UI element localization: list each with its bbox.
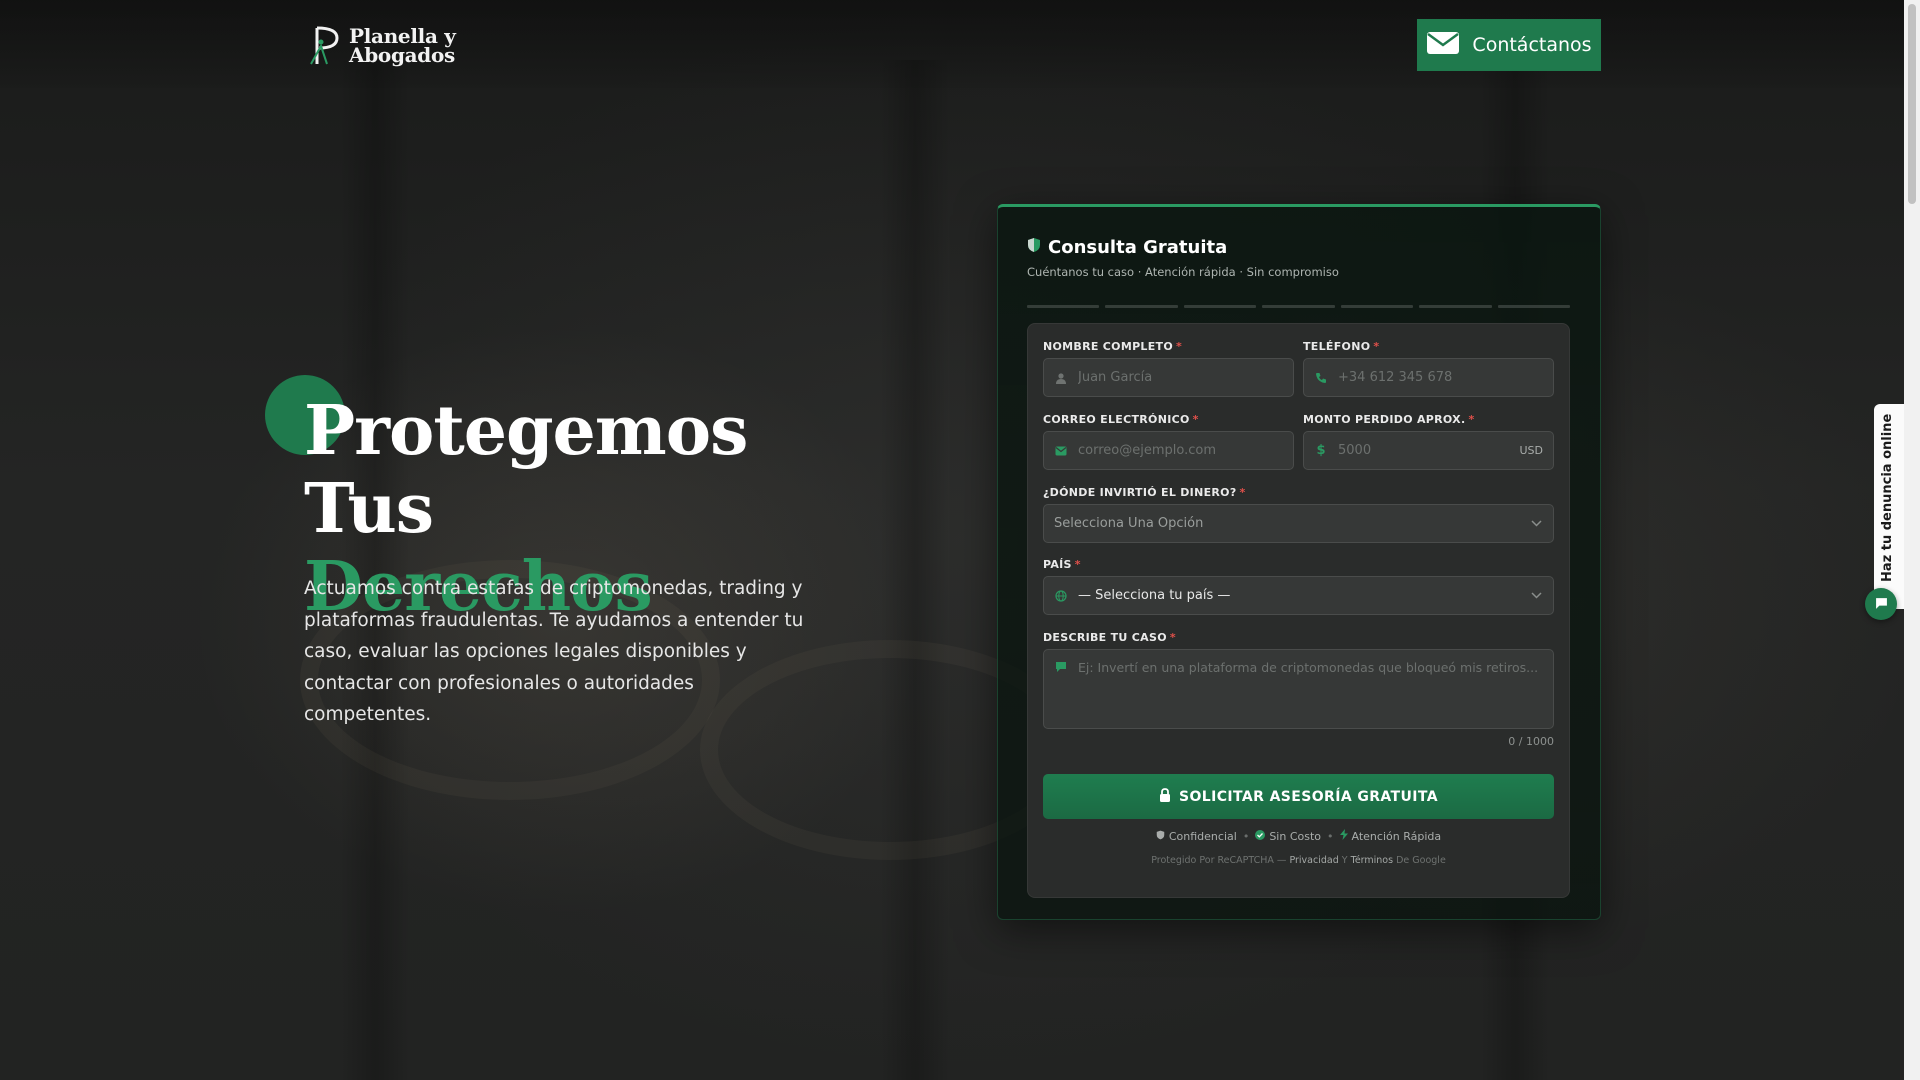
name-input[interactable]: Juan García <box>1043 358 1294 397</box>
privacy-link[interactable]: Privacidad <box>1289 855 1338 866</box>
hero-description: Actuamos contra estafas de criptomonedas… <box>304 578 804 725</box>
step-segment <box>1497 305 1570 308</box>
contact-button-label: Contáctanos <box>1472 34 1592 56</box>
logo[interactable]: Planella y Abogados <box>307 24 456 68</box>
character-counter: 0 / 1000 <box>1508 735 1554 748</box>
logo-text: Planella y Abogados <box>349 26 456 67</box>
panel-title: Consulta Gratuita <box>1027 237 1339 258</box>
country-field-group: PAÍS * — Selecciona tu país — <box>1043 558 1554 615</box>
chevron-down-icon <box>1529 589 1543 603</box>
step-segment <box>1105 305 1178 308</box>
phone-label: TELÉFONO * <box>1303 340 1380 353</box>
trust-badges: Confidencial • Sin Costo • Atención Rápi… <box>1028 829 1569 843</box>
mail-icon <box>1054 444 1068 458</box>
lock-icon <box>1159 787 1171 806</box>
badge-no-cost: Sin Costo <box>1255 829 1321 843</box>
country-label: PAÍS * <box>1043 558 1081 571</box>
badge-fast-attention: Atención Rápida <box>1339 829 1441 843</box>
description-label: DESCRIBE TU CASO * <box>1043 631 1176 644</box>
submit-button[interactable]: SOLICITAR ASESORÍA GRATUITA <box>1043 774 1554 819</box>
dollar-icon: $ <box>1316 443 1326 458</box>
description-placeholder: Ej: Invertí en una plataforma de criptom… <box>1078 660 1539 675</box>
badge-confidential: Confidencial <box>1156 830 1237 843</box>
submit-button-label: SOLICITAR ASESORÍA GRATUITA <box>1179 788 1438 805</box>
phone-placeholder: +34 612 345 678 <box>1338 370 1453 385</box>
site-header: Planella y Abogados Contáctanos <box>0 0 1904 88</box>
email-label: CORREO ELECTRÓNICO * <box>1043 413 1199 426</box>
panel-title-text: Consulta Gratuita <box>1048 237 1228 258</box>
consultation-form: NOMBRE COMPLETO * Juan García TELÉFONO * +… <box>1027 323 1570 898</box>
chat-icon <box>1875 595 1888 614</box>
chevron-down-icon <box>1529 517 1543 531</box>
country-select[interactable]: — Selecciona tu país — <box>1043 576 1554 615</box>
envelope-icon <box>1426 31 1460 60</box>
phone-input[interactable]: +34 612 345 678 <box>1303 358 1554 397</box>
step-segment <box>1262 305 1335 308</box>
step-progress <box>1027 305 1570 308</box>
amount-field-group: MONTO PERDIDO APROX. * $ 5000 USD <box>1303 413 1554 470</box>
badge-separator: • <box>1242 829 1250 843</box>
phone-icon <box>1314 371 1328 385</box>
comment-icon <box>1054 660 1068 674</box>
hero-title-line1: Protegemos Tus <box>304 391 748 549</box>
badge-separator: • <box>1327 829 1334 843</box>
email-placeholder: correo@ejemplo.com <box>1078 443 1216 458</box>
amount-label: MONTO PERDIDO APROX. * <box>1303 413 1475 426</box>
shield-icon <box>1156 830 1165 843</box>
amount-placeholder: 5000 <box>1338 443 1372 458</box>
report-online-tab-label: Haz tu denuncia online <box>1880 413 1895 582</box>
amount-input[interactable]: $ 5000 USD <box>1303 431 1554 470</box>
contact-button[interactable]: Contáctanos <box>1417 19 1601 71</box>
phone-field-group: TELÉFONO * +34 612 345 678 <box>1303 340 1554 397</box>
shield-icon <box>1027 237 1041 258</box>
recaptcha-notice: Protegido Por ReCAPTCHA — Privacidad Y T… <box>1151 855 1446 866</box>
step-segment <box>1340 305 1414 308</box>
scrollbar-thumb[interactable] <box>1908 4 1916 204</box>
bolt-icon <box>1339 829 1348 843</box>
user-icon <box>1054 371 1068 385</box>
where-select-value: Selecciona Una Opción <box>1054 516 1204 531</box>
step-segment <box>1419 305 1492 308</box>
where-field-group: ¿DÓNDE INVIRTIÓ EL DINERO? * Selecciona U… <box>1043 486 1554 543</box>
step-segment <box>1027 305 1100 308</box>
where-label: ¿DÓNDE INVIRTIÓ EL DINERO? * <box>1043 486 1246 499</box>
panel-header: Consulta Gratuita Cuéntanos tu caso · At… <box>1027 237 1339 279</box>
description-field-group: DESCRIBE TU CASO * Ej: Invertí en una pla… <box>1043 631 1554 729</box>
chat-button[interactable] <box>1865 588 1897 620</box>
email-field-group: CORREO ELECTRÓNICO * correo@ejemplo.com <box>1043 413 1294 470</box>
country-select-value: — Selecciona tu país — <box>1078 588 1231 603</box>
name-placeholder: Juan García <box>1078 370 1153 385</box>
step-segment <box>1183 305 1257 308</box>
logo-mark-icon <box>307 24 343 68</box>
name-field-group: NOMBRE COMPLETO * Juan García <box>1043 340 1294 397</box>
currency-suffix: USD <box>1519 444 1543 457</box>
background <box>0 0 1920 1080</box>
check-circle-icon <box>1255 829 1266 843</box>
globe-icon <box>1054 589 1068 603</box>
panel-subtitle: Cuéntanos tu caso · Atención rápida · Si… <box>1027 265 1339 279</box>
logo-line2: Abogados <box>349 43 455 67</box>
where-select[interactable]: Selecciona Una Opción <box>1043 504 1554 543</box>
terms-link[interactable]: Términos <box>1351 855 1393 866</box>
description-textarea[interactable]: Ej: Invertí en una plataforma de criptom… <box>1043 649 1554 729</box>
consultation-panel: Consulta Gratuita Cuéntanos tu caso · At… <box>997 204 1601 920</box>
email-input[interactable]: correo@ejemplo.com <box>1043 431 1294 470</box>
bg-pillar <box>880 60 950 1080</box>
name-label: NOMBRE COMPLETO * <box>1043 340 1183 353</box>
